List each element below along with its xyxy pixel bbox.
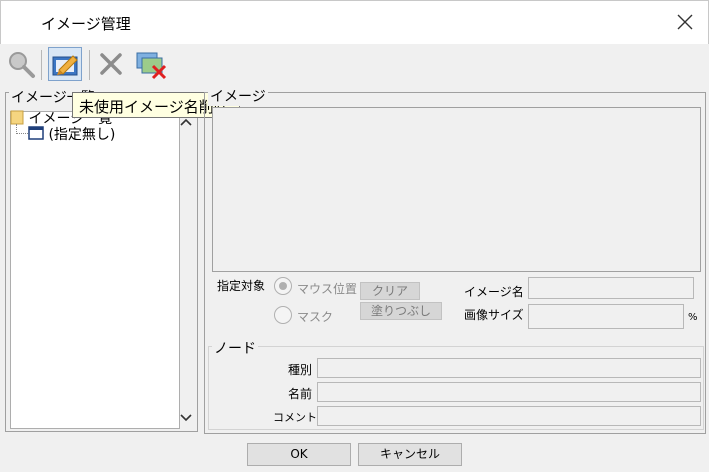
- image-size-label: 画像サイズ: [464, 308, 524, 322]
- mask-label: マスク: [297, 310, 334, 324]
- comment-field[interactable]: [317, 406, 701, 426]
- mask-radio[interactable]: [274, 306, 292, 324]
- mouse-position-label: マウス位置: [297, 282, 358, 296]
- kind-field[interactable]: [317, 358, 701, 378]
- node-group-caption: ノード: [212, 338, 258, 358]
- kind-label: 種別: [288, 363, 313, 377]
- toolbar-separator: [41, 50, 42, 80]
- comment-label: コメント: [273, 411, 317, 424]
- tree-scrollbar[interactable]: [177, 111, 195, 429]
- image-tree[interactable]: [10, 111, 180, 429]
- toolbar: [0, 44, 709, 86]
- delete-unused-image-names-button[interactable]: [48, 47, 82, 81]
- close-icon[interactable]: [676, 13, 694, 31]
- name-field[interactable]: [317, 382, 701, 402]
- tree-connector: [16, 124, 28, 134]
- image-size-field[interactable]: [528, 304, 684, 329]
- image-group-caption: イメージ: [208, 86, 268, 106]
- tree-item-label: (指定無し): [48, 127, 116, 143]
- window-title: イメージ管理: [41, 15, 131, 33]
- tree-item-none[interactable]: (指定無し): [28, 124, 115, 144]
- fill-button[interactable]: 塗りつぶし: [360, 302, 442, 320]
- remove-image-icon[interactable]: [134, 47, 168, 81]
- image-name-label: イメージ名: [464, 285, 524, 299]
- title-bar: イメージ管理: [0, 0, 709, 44]
- image-preview: [212, 107, 701, 272]
- percent-unit: %: [688, 312, 698, 323]
- ok-button[interactable]: OK: [247, 443, 351, 466]
- image-name-field[interactable]: [528, 277, 694, 299]
- mouse-position-radio[interactable]: [274, 277, 292, 295]
- toolbar-separator: [89, 50, 90, 80]
- window-icon: [28, 126, 44, 144]
- cancel-button[interactable]: キャンセル: [358, 443, 462, 466]
- target-label: 指定対象: [217, 279, 266, 293]
- clear-button[interactable]: クリア: [360, 282, 420, 300]
- search-icon[interactable]: [4, 47, 38, 81]
- name-label: 名前: [288, 387, 313, 401]
- delete-icon[interactable]: [94, 47, 128, 81]
